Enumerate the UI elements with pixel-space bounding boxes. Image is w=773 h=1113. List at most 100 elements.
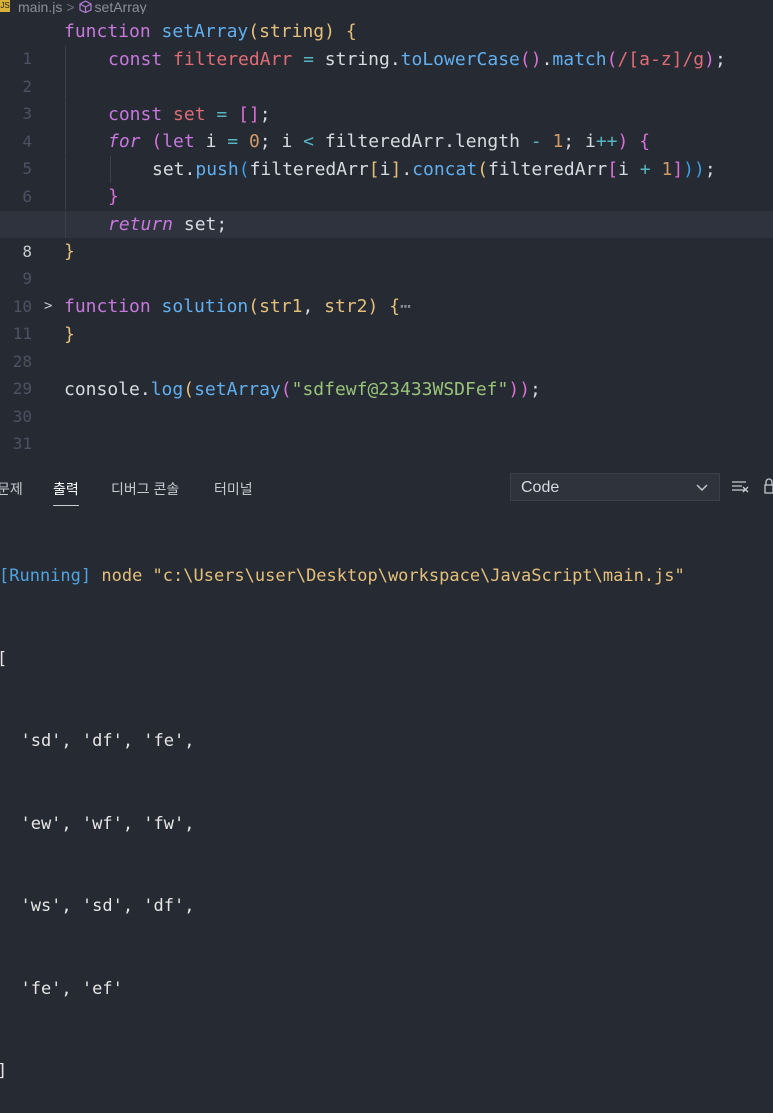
breadcrumb-symbol[interactable]: setArray [95,0,147,14]
token: i [205,131,217,152]
token: function [64,296,151,317]
code-line: 11 > function solution(str1, str2) {⋯ [0,293,773,343]
token: } [108,186,119,207]
token: ; [530,378,541,400]
code-line: 7 } [0,183,773,233]
token: toLowerCase [400,48,520,70]
token: . [541,48,553,70]
output-line: [Running] node "c:\Users\user\Desktop\wo… [0,563,773,591]
output-channel-select[interactable]: Code [510,473,720,501]
token: 1 [661,158,673,180]
token: ++ [595,131,618,152]
token: ] [390,158,402,180]
token: ( [606,48,618,70]
token: . [184,158,196,180]
output-line: 'sd', 'df', 'fe', [0,731,195,751]
tab-debug-console[interactable]: 디버그 콘솔 [111,479,179,499]
output-line: [ [0,646,773,674]
token: ( [183,378,195,400]
code-line: 5 for (let i = 0; i < filteredArr.length… [0,128,773,178]
code-editor[interactable]: 1 function setArray(string) { 2 const fi… [0,18,773,453]
token: = [216,103,228,125]
token: ] [672,158,684,180]
token: - [530,131,542,152]
output-line: 'fe', 'ef' [0,978,123,999]
token: ( [151,131,163,152]
token: ( [248,21,260,42]
token: 0 [248,131,260,152]
token: ( [248,296,260,317]
running-tag: [Running] [0,566,92,586]
token: ; [704,158,716,180]
token: . [401,158,413,180]
code-line: 6 set.push(filteredArr[i].concat(filtere… [0,155,773,206]
breadcrumb-file[interactable]: main.js [18,0,62,14]
token: ; [714,48,726,70]
token: .length [444,131,520,152]
token: string [259,21,325,42]
token: let [162,131,195,152]
output-line: 'ew', 'wf', 'fw', [0,813,195,834]
token: } [64,323,75,345]
folded-ellipsis[interactable]: ⋯ [400,296,411,317]
token: str2 [324,296,368,317]
fold-chevron-icon[interactable]: > [44,293,58,320]
token: [] [238,103,260,125]
token: , [302,296,314,317]
tab-terminal[interactable]: 터미널 [214,479,253,499]
output-line: 'ws', 'sd', 'df', [0,896,195,916]
token: ( [477,158,489,180]
token: i [379,158,391,180]
token: string [324,48,390,70]
line-number: 31 [12,434,32,453]
code-line: 30 console.log(setArray("sdfewf@23433WSD… [0,376,773,426]
token: return [108,213,174,235]
token: for [108,131,141,152]
tab-output[interactable]: 출력 [53,479,79,506]
token: log [150,378,184,400]
token: filteredArr [488,158,608,180]
token: setArray [161,21,249,42]
token: ) [617,131,629,152]
token: function [64,21,151,42]
token: } [64,241,75,262]
token: ; [563,131,575,152]
token: setArray [194,378,281,400]
code-line: 9 } [0,238,773,288]
breadcrumb-separator: > [66,0,75,14]
token: solution [161,296,249,317]
tab-problems[interactable]: 문제 [0,479,23,499]
token: () [519,48,542,70]
token: ) [324,21,335,42]
js-file-icon: JS [0,0,10,12]
token: { [345,21,357,42]
token: < [303,131,314,152]
code-line: 29 [0,348,773,398]
code-line: 10 [0,266,773,316]
token: ( [238,158,250,180]
token: str1 [259,296,303,317]
chevron-down-icon [696,484,708,491]
token: match [552,48,607,70]
token: ; [259,103,271,125]
token: . [139,378,151,400]
token: filteredArr [173,48,293,70]
token: = [303,48,314,70]
code-line: 2 const filteredArr = string.toLowerCase… [0,45,773,96]
token: )) [683,158,705,180]
token: set [152,158,185,180]
output-channel-value: Code [521,479,560,496]
list-filter-icon[interactable] [731,479,749,495]
token: { [639,131,651,152]
token: ; [259,131,271,152]
token: /[a-z]/g [617,48,705,70]
token: [ [368,158,380,180]
output-console[interactable]: [Running] node "c:\Users\user\Desktop\wo… [0,508,773,1081]
run-command: node "c:\Users\user\Desktop\workspace\Ja… [101,566,685,586]
token: ; [216,213,228,235]
lock-icon[interactable] [764,478,773,494]
token: i [618,158,629,180]
token: . [389,48,401,70]
token: )) [508,378,531,400]
token: concat [412,158,478,180]
